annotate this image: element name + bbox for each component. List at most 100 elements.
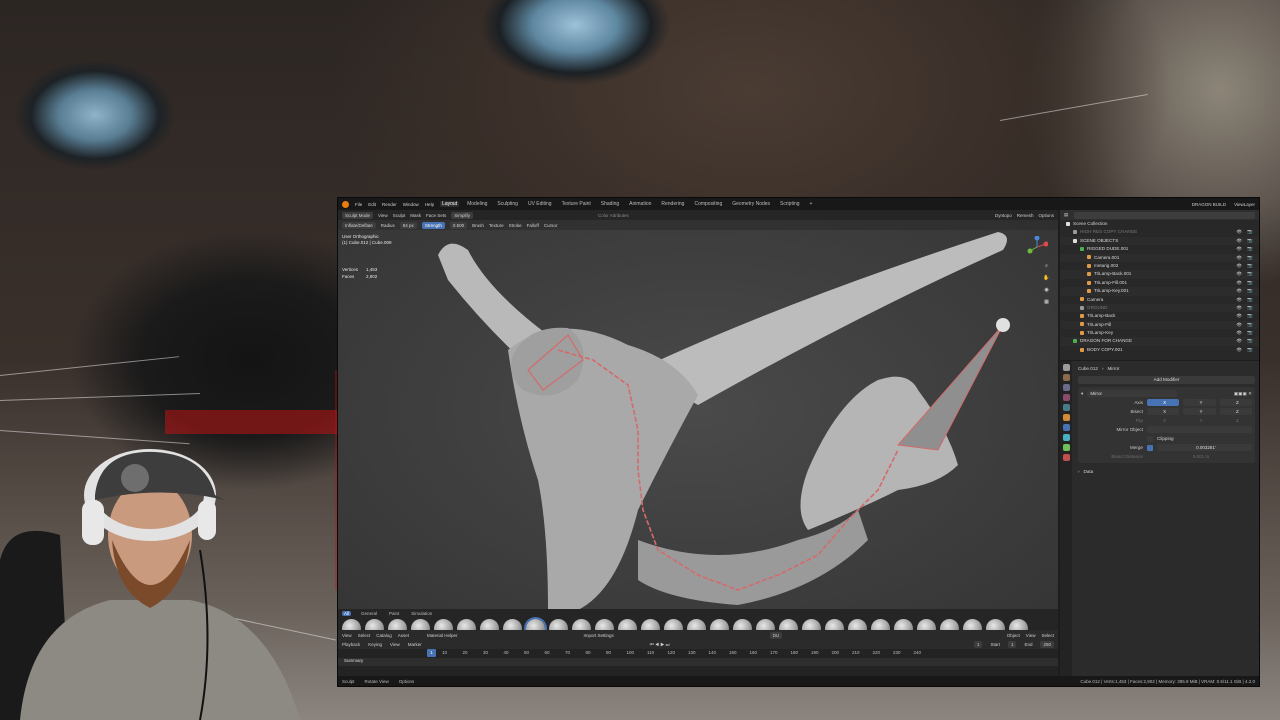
play-controls-icon[interactable]: ⏮ ◀ ▶ ⏭ — [650, 642, 670, 647]
axis-toggle[interactable]: Z — [1219, 399, 1252, 406]
brush-thumbnail[interactable] — [802, 619, 821, 630]
axis-toggle[interactable]: Z — [1219, 417, 1252, 424]
visibility-toggle-icon[interactable]: 👁 📷 — [1236, 279, 1255, 287]
expand-chevron-icon[interactable]: › — [1078, 469, 1080, 474]
brush-thumbnail[interactable] — [986, 619, 1005, 630]
start-frame-field[interactable]: 1 — [1007, 641, 1017, 648]
asset-menu-select[interactable]: Select — [358, 633, 371, 638]
outliner-item[interactable]: GROUND 👁 📷 — [1060, 303, 1259, 313]
brush-thumbnail[interactable] — [641, 619, 660, 630]
viewport-menu-face-sets[interactable]: Face Sets — [426, 213, 446, 218]
brush-thumbnail[interactable] — [848, 619, 867, 630]
menu-edit[interactable]: Edit — [368, 202, 376, 207]
brush-thumbnail[interactable] — [480, 619, 499, 630]
tool-menu-cursor[interactable]: Cursor — [544, 223, 558, 228]
shelf-tab-simulation[interactable]: Simulation — [409, 611, 434, 616]
import-settings-menu[interactable]: Import Settings — [584, 633, 614, 638]
outliner-item[interactable]: RIGGED DUDE.001 👁 📷 — [1060, 245, 1259, 253]
outliner-item[interactable]: HIGH RES COPY CHANGE 👁 📷 — [1060, 228, 1259, 236]
brush-thumbnail[interactable] — [687, 619, 706, 630]
strength-field[interactable]: 0.500 — [449, 221, 468, 229]
outliner-item[interactable]: TriLamp-Fill 👁 📷 — [1060, 320, 1259, 330]
clipping-checkbox[interactable] — [1147, 435, 1153, 442]
visibility-toggle-icon[interactable]: 👁 📷 — [1236, 270, 1255, 278]
outliner-item[interactable]: TriLamp-Key 👁 📷 — [1060, 329, 1259, 337]
outliner-filter-icon[interactable]: ▤ — [1064, 212, 1068, 218]
brush-thumbnail[interactable] — [825, 619, 844, 630]
brush-thumbnail[interactable] — [618, 619, 637, 630]
brush-thumbnail[interactable] — [365, 619, 384, 630]
zoom-icon[interactable]: ⌕ — [1042, 262, 1051, 271]
mode-selector[interactable]: Sculpt Mode — [342, 211, 374, 219]
current-frame-field[interactable]: 1 — [973, 641, 983, 648]
outliner-item[interactable]: Camera.001 👁 📷 — [1060, 253, 1259, 262]
visibility-toggle-icon[interactable]: 👁 📷 — [1236, 237, 1255, 245]
visibility-toggle-icon[interactable]: 👁 📷 — [1236, 296, 1255, 304]
axis-toggle[interactable]: X — [1147, 408, 1180, 415]
workspace-tab-compositing[interactable]: Compositing — [692, 201, 724, 207]
axis-toggle[interactable]: X — [1147, 417, 1180, 424]
timeline-editor[interactable]: Playback Keying View Marker ⏮ ◀ ▶ ⏭ 1 St… — [338, 640, 1058, 678]
outliner-item[interactable]: TriLamp-Back.001 👁 📷 — [1060, 270, 1259, 279]
physics-tab-icon[interactable] — [1062, 434, 1070, 441]
outliner-item[interactable]: DRAGON FOR CHANGE 👁 📷 — [1060, 337, 1259, 346]
brush-thumbnail[interactable] — [664, 619, 683, 630]
workspace-tab-layout[interactable]: Layout — [440, 201, 460, 207]
visibility-toggle-icon[interactable]: 👁 📷 — [1236, 337, 1255, 345]
object-select-menu[interactable]: Select — [1041, 633, 1054, 638]
object-menu[interactable]: Object — [1007, 633, 1020, 638]
brush-thumbnail[interactable] — [503, 619, 522, 630]
add-workspace-button[interactable]: + — [808, 201, 815, 207]
data-subpanel[interactable]: › Data — [1078, 467, 1255, 476]
shelf-tab-all[interactable]: All — [342, 610, 352, 616]
shelf-tab-general[interactable]: General — [359, 611, 379, 616]
visibility-toggle-icon[interactable]: 👁 📷 — [1236, 329, 1255, 337]
outliner-search-input[interactable] — [1074, 211, 1255, 219]
timeline-ruler[interactable]: 1 10 20 30 40 50 60 70 80 90 100 110 120 130 140 150 16… — [338, 649, 1058, 658]
brush-thumbnail[interactable] — [963, 619, 982, 630]
outliner-item[interactable]: TriLamp-Fill.001 👁 📷 — [1060, 279, 1259, 287]
3d-viewport[interactable]: Sculpt Mode View Sculpt Mask Face Sets S… — [338, 210, 1058, 630]
modifier-tab-icon[interactable] — [1062, 424, 1070, 431]
brush-selector[interactable]: Simplify — [451, 211, 474, 219]
outliner-item[interactable]: TriLamp-Back 👁 📷 — [1060, 312, 1259, 320]
modifier-toggles-icon[interactable]: ▣▣▣ ✕ — [1234, 391, 1252, 397]
material-tab-icon[interactable] — [1062, 454, 1070, 461]
tool-tab-icon[interactable] — [1062, 364, 1070, 371]
material-helper-menu[interactable]: Material Helper — [427, 633, 458, 638]
blender-logo-icon[interactable] — [342, 200, 349, 208]
brush-thumbnail[interactable] — [779, 619, 798, 630]
collapse-chevron-icon[interactable]: ▾ — [1081, 391, 1083, 397]
axis-toggle[interactable]: Y — [1183, 417, 1216, 424]
visibility-toggle-icon[interactable]: 👁 📷 — [1236, 312, 1255, 320]
axis-toggle[interactable]: Z — [1219, 408, 1252, 415]
visibility-toggle-icon[interactable]: 👁 📷 — [1236, 245, 1255, 253]
scene-tab-icon[interactable] — [1062, 394, 1070, 401]
outliner-item[interactable]: metarig.002 👁 📷 — [1060, 262, 1259, 270]
tool-menu-texture[interactable]: Texture — [489, 223, 504, 228]
color-attributes-field[interactable]: Color Attributes — [598, 213, 629, 218]
menu-file[interactable]: File — [355, 202, 362, 207]
workspace-tab-sculpting[interactable]: Sculpting — [495, 201, 520, 207]
object-view-menu[interactable]: View — [1026, 633, 1036, 638]
merge-field[interactable]: 0.003281' — [1157, 444, 1252, 451]
output-tab-icon[interactable] — [1062, 384, 1070, 391]
options-menu[interactable]: Options — [1038, 213, 1054, 218]
viewport-menu-sculpt[interactable]: Sculpt — [393, 213, 406, 218]
brush-thumbnail[interactable] — [595, 619, 614, 630]
axis-toggle[interactable]: Y — [1183, 399, 1216, 406]
brush-thumbnail[interactable] — [572, 619, 591, 630]
radius-field[interactable]: 84 px — [399, 221, 417, 229]
workspace-tab-modeling[interactable]: Modeling — [465, 201, 489, 207]
brush-thumbnail[interactable] — [894, 619, 913, 630]
workspace-tab-scripting[interactable]: Scripting — [778, 201, 801, 207]
visibility-toggle-icon[interactable]: 👁 📷 — [1236, 321, 1255, 329]
mirror-object-field[interactable] — [1147, 426, 1252, 433]
brush-thumbnail[interactable] — [940, 619, 959, 630]
view-layer-selector[interactable]: ViewLayer — [1234, 202, 1255, 207]
brush-thumbnail[interactable] — [733, 619, 752, 630]
timeline-menu-playback[interactable]: Playback — [342, 642, 360, 647]
grid-icon[interactable]: ▦ — [1042, 298, 1051, 307]
menu-window[interactable]: Window — [403, 202, 419, 207]
navigation-gizmo[interactable] — [1026, 236, 1048, 258]
